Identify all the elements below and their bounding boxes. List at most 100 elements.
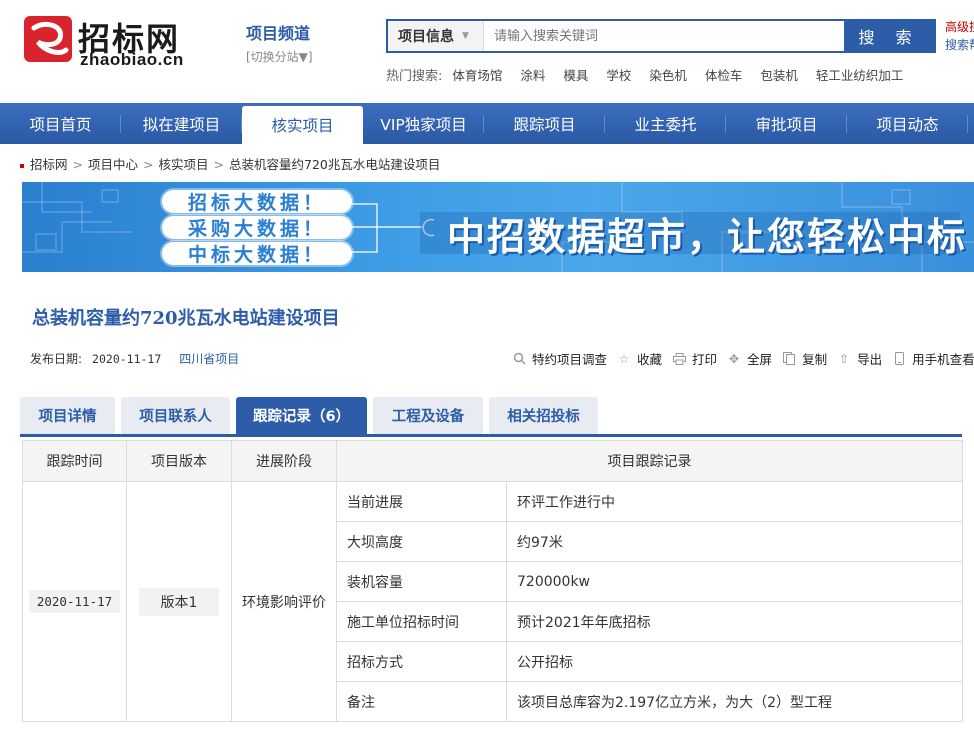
hot-search-link[interactable]: 涂料 [520, 68, 545, 83]
stage-cell: 环境影响评价 [231, 481, 337, 722]
search-help-link[interactable]: 搜索帮 [945, 36, 974, 54]
tab-project-contacts[interactable]: 项目联系人 [121, 397, 230, 434]
tab-project-details[interactable]: 项目详情 [20, 397, 115, 434]
nav-item-home[interactable]: 项目首页 [0, 103, 121, 144]
chevron-right-icon: > [213, 157, 224, 172]
logo-text-en: zhaobiao.cn [80, 50, 184, 69]
column-header: 进展阶段 [231, 440, 337, 482]
switch-region-link[interactable]: [切换分站▼] [246, 48, 313, 65]
record-key: 装机容量 [336, 561, 507, 602]
star-icon: ☆ [618, 351, 630, 366]
hot-search-link[interactable]: 轻工业纺织加工 [816, 68, 904, 83]
version-cell: 版本1 [126, 481, 232, 722]
chevron-right-icon: > [72, 157, 83, 172]
banner-headline: 中招数据超市，让您轻松中标 [447, 215, 968, 259]
hot-search-link[interactable]: 模具 [563, 68, 588, 83]
publish-date: 2020-11-17 [92, 352, 162, 366]
region-link[interactable]: 四川省项目 [179, 352, 239, 366]
site-logo[interactable]: 招标网 zhaobiao.cn [24, 14, 214, 69]
track-time: 2020-11-17 [28, 590, 121, 613]
search-icon [512, 352, 526, 366]
survey-button[interactable]: 特约项目调查 [512, 349, 607, 368]
page-title: 总装机容量约720兆瓦水电站建设项目 [32, 308, 340, 329]
logo-mark-icon [24, 16, 72, 62]
main-nav: 项目首页 拟在建项目 核实项目 VIP独家项目 跟踪项目 业主委托 审批项目 项… [0, 103, 974, 144]
breadcrumb-link[interactable]: 项目中心 [88, 157, 138, 172]
record-value: 预计2021年年底招标 [506, 601, 963, 642]
fullscreen-icon: ✥ [729, 351, 740, 366]
search-input[interactable] [484, 21, 844, 51]
site-header: 招标网 zhaobiao.cn 项目频道 [切换分站▼] 项目信息 ▼ 搜 索 … [0, 0, 974, 103]
nav-item-verified-projects[interactable]: 核实项目 [242, 106, 363, 144]
column-header: 项目版本 [126, 440, 232, 482]
record-key: 备注 [336, 681, 507, 722]
action-label: 导出 [857, 352, 883, 367]
record-value: 约97米 [506, 521, 963, 562]
version: 版本1 [138, 587, 220, 616]
tab-related-bidding[interactable]: 相关招投标 [489, 397, 598, 434]
action-label: 用手机查看 [912, 352, 974, 367]
hot-search-link[interactable]: 体育场馆 [452, 68, 502, 83]
action-label: 特约项目调查 [532, 352, 608, 367]
breadcrumb-link[interactable]: 核实项目 [159, 157, 209, 172]
print-button[interactable]: 打印 [672, 349, 717, 368]
hot-search-link[interactable]: 体检车 [705, 68, 743, 83]
record-key: 施工单位招标时间 [336, 601, 507, 642]
channel-selector: 项目频道 [切换分站▼] [246, 20, 313, 65]
banner-pill-bidding: 招标大数据！ [162, 190, 352, 214]
search-bar: 项目信息 ▼ 搜 索 [386, 19, 936, 53]
hot-search-link[interactable]: 染色机 [649, 68, 687, 83]
search-category-dropdown[interactable]: 项目信息 ▼ [388, 21, 484, 51]
channel-title: 项目频道 [246, 24, 311, 43]
column-header: 项目跟踪记录 [336, 440, 963, 482]
record-value: 环评工作进行中 [506, 481, 963, 522]
hot-search-link[interactable]: 包装机 [760, 68, 798, 83]
search-category-label: 项目信息 [398, 29, 454, 45]
date-label: 发布日期: [30, 352, 83, 366]
track-time-cell: 2020-11-17 [22, 481, 127, 722]
nav-item-proposed-projects[interactable]: 拟在建项目 [121, 103, 242, 144]
chevron-right-icon: > [143, 157, 154, 172]
record-value: 该项目总库容为2.197亿立方米，为大（2）型工程 [506, 681, 963, 722]
tracking-table: 跟踪时间 项目版本 进展阶段 项目跟踪记录 2020-11-17 版本1 环境影… [22, 440, 963, 722]
record-key: 当前进展 [336, 481, 507, 522]
mobile-icon [892, 352, 906, 366]
action-label: 收藏 [637, 352, 663, 367]
record-value: 公开招标 [506, 641, 963, 682]
banner-pill-winning: 中标大数据！ [162, 242, 352, 266]
nav-item-owner-commission[interactable]: 业主委托 [605, 103, 726, 144]
banner-pill-procurement: 采购大数据！ [162, 216, 352, 240]
nav-item-project-news[interactable]: 项目动态 [847, 103, 968, 144]
record-key: 大坝高度 [336, 521, 507, 562]
favorite-button[interactable]: ☆ 收藏 [617, 349, 662, 368]
detail-tabs: 项目详情 项目联系人 跟踪记录（6） 工程及设备 相关招投标 [20, 397, 962, 437]
column-header: 跟踪时间 [22, 440, 127, 482]
tab-tracking-records[interactable]: 跟踪记录（6） [236, 397, 367, 434]
hot-search-link[interactable]: 学校 [606, 68, 631, 83]
bullet-icon [20, 163, 24, 168]
promo-banner[interactable]: 招标大数据！ 采购大数据！ 中标大数据！ 中招数据超市，让您轻松中标 [22, 182, 974, 272]
record-value: 720000kw [506, 561, 963, 602]
table-row: 2020-11-17 版本1 环境影响评价 当前进展 环评工作进行中 [22, 481, 963, 722]
search-side-links: 高级搜 搜索帮 [945, 18, 974, 54]
action-label: 打印 [692, 352, 718, 367]
action-label: 复制 [802, 352, 828, 367]
tab-engineering-equipment[interactable]: 工程及设备 [373, 397, 483, 434]
hot-searches: 热门搜索: 体育场馆 涂料 模具 学校 染色机 体检车 包装机 轻工业纺织加工 [386, 65, 917, 84]
chevron-down-icon: ▼ [462, 31, 469, 41]
copy-icon [782, 352, 796, 366]
export-button[interactable]: ⇧ 导出 [837, 349, 882, 368]
search-button[interactable]: 搜 索 [844, 21, 934, 51]
mobile-view-button[interactable]: 用手机查看 [892, 349, 974, 368]
print-icon [672, 352, 686, 366]
breadcrumb-current[interactable]: 总装机容量约720兆瓦水电站建设项目 [229, 157, 440, 172]
nav-item-approval-projects[interactable]: 审批项目 [726, 103, 847, 144]
nav-item-tracking-projects[interactable]: 跟踪项目 [484, 103, 605, 144]
copy-button[interactable]: 复制 [782, 349, 827, 368]
advanced-search-link[interactable]: 高级搜 [945, 18, 974, 36]
breadcrumb-link[interactable]: 招标网 [30, 157, 68, 172]
nav-item-vip-projects[interactable]: VIP独家项目 [363, 103, 484, 144]
breadcrumb: 招标网 > 项目中心 > 核实项目 > 总装机容量约720兆瓦水电站建设项目 [20, 154, 440, 173]
project-meta: 发布日期: 2020-11-17 四川省项目 [30, 350, 239, 367]
fullscreen-button[interactable]: ✥ 全屏 [727, 349, 772, 368]
